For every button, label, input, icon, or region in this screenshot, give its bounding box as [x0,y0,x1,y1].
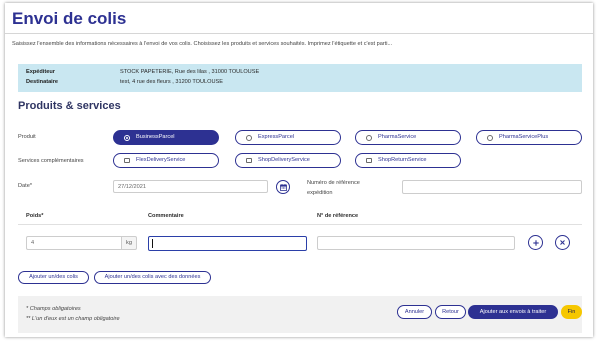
cancel-button[interactable]: Annuler [397,305,432,319]
required-fields-note: * Champs obligatoires [26,306,81,312]
column-header-reference: N° de référence [317,213,359,219]
add-parcels-with-data-button[interactable]: Ajouter un/des colis avec des données [94,271,211,284]
calendar-button[interactable] [276,180,290,194]
remove-row-button[interactable] [555,235,570,250]
sender-value: STOCK PAPETERIE, Rue des lilas , 31000 T… [120,69,260,75]
table-header-divider [18,224,582,225]
service-option-shopdeliveryservice[interactable]: ShopDeliveryService [235,153,341,168]
finish-button[interactable]: Fin [561,305,582,319]
product-option-label: PharmaService [378,134,417,140]
shipment-reference-input[interactable] [402,180,582,194]
close-icon [560,240,565,245]
product-option-pharmaserviceplus[interactable]: PharmaServicePlus [476,130,582,145]
parcel-reference-input[interactable] [317,236,515,250]
shipment-reference-label: Numéro de référence expédition [307,180,360,196]
add-row-button[interactable] [528,235,543,250]
weight-unit: kg [122,236,137,250]
calendar-icon [279,183,287,191]
address-summary: Expéditeur STOCK PAPETERIE, Rue des lila… [18,64,582,92]
one-required-note: ** L'un d'eux est un champ obligatoire [26,316,120,322]
checkbox-icon [246,157,252,164]
service-option-flexdeliveryservice[interactable]: FlexDeliveryService [113,153,219,168]
checkbox-icon [366,157,372,164]
product-option-label: ExpressParcel [258,134,295,140]
checkbox-icon [124,157,130,164]
plus-icon [532,239,539,246]
form-footer: * Champs obligatoires ** L'un d'eux est … [18,296,582,333]
add-parcels-button[interactable]: Ajouter un/des colis [18,271,89,284]
recipient-value: test, 4 rue des fleurs , 31200 TOULOUSE [120,79,224,85]
services-label: Services complémentaires [18,158,84,164]
text-cursor [152,239,153,248]
recipient-label: Destinataire [26,79,59,85]
radio-icon [124,134,130,141]
page-title: Envoi de colis [12,9,127,28]
sender-label: Expéditeur [26,69,55,75]
column-header-comment: Commentaire [148,213,184,219]
product-option-label: PharmaServicePlus [499,134,549,140]
service-option-label: ShopReturnService [378,157,427,163]
comment-input[interactable] [148,236,307,251]
send-parcel-panel: Envoi de colis Saisissez l'ensemble des … [5,3,593,337]
title-divider [5,33,593,34]
section-title: Produits & services [18,100,121,112]
radio-icon [246,134,252,141]
service-option-label: ShopDeliveryService [258,157,310,163]
column-header-weight: Poids* [26,213,44,219]
page-description: Saisissez l'ensemble des informations né… [12,41,393,47]
submit-button[interactable]: Ajouter aux envois à traiter [468,305,558,319]
product-option-pharmaservice[interactable]: PharmaService [355,130,461,145]
weight-input[interactable] [26,236,122,250]
product-option-label: BusinessParcel [136,134,175,140]
date-input[interactable] [113,180,268,193]
product-label: Produit [18,134,36,140]
product-option-expressparcel[interactable]: ExpressParcel [235,130,341,145]
radio-icon [366,134,372,141]
service-option-shopreturnservice[interactable]: ShopReturnService [355,153,461,168]
radio-icon [487,134,493,141]
service-option-label: FlexDeliveryService [136,157,186,163]
date-label: Date* [18,183,32,189]
product-option-businessparcel[interactable]: BusinessParcel [113,130,219,145]
back-button[interactable]: Retour [435,305,466,319]
